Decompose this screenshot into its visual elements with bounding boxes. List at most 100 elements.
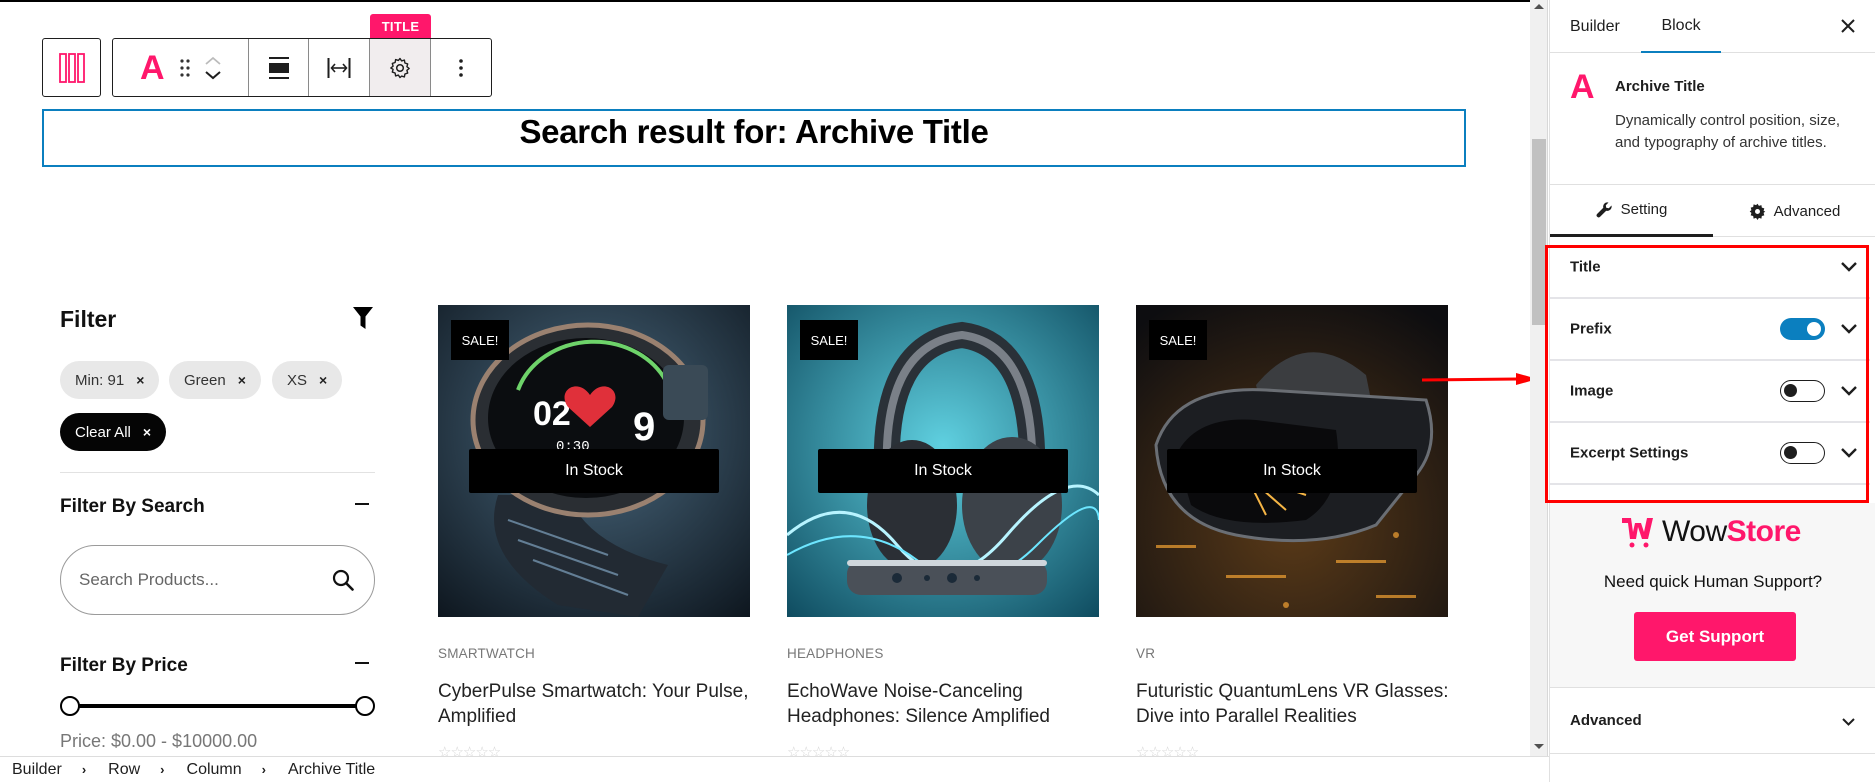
excerpt-toggle[interactable] (1780, 442, 1825, 464)
chevron-right-icon: › (261, 762, 266, 777)
product-category[interactable]: HEADPHONES (787, 646, 884, 661)
remove-chip-icon[interactable]: × (136, 372, 144, 388)
stretch-width-icon (327, 57, 351, 78)
filter-funnel-icon[interactable] (352, 306, 374, 330)
move-up-icon[interactable] (205, 56, 221, 65)
collapse-minus-icon[interactable] (355, 503, 369, 505)
headphones-image[interactable]: SALE! In Stock (787, 305, 1099, 617)
section-image[interactable]: Image (1550, 361, 1870, 423)
wowstore-wordmark: WowStore (1662, 515, 1801, 548)
smartwatch-image[interactable]: 02 9 0:30 SALE! In Stock (438, 305, 750, 617)
tab-block[interactable]: Block (1641, 0, 1721, 53)
active-filter-chip[interactable]: Green × (169, 361, 261, 399)
select-parent-block-button[interactable] (42, 38, 101, 97)
wrench-icon (1596, 202, 1612, 218)
section-prefix[interactable]: Prefix (1550, 299, 1870, 361)
section-label: Excerpt Settings (1570, 444, 1689, 462)
support-promo: WowStore Need quick Human Support? Get S… (1550, 503, 1875, 688)
columns-icon (58, 52, 85, 83)
search-icon[interactable] (332, 569, 354, 591)
block-card: A Archive Title Dynamically control posi… (1550, 54, 1875, 185)
gear-icon (1749, 203, 1765, 220)
tab-setting-label: Setting (1620, 201, 1668, 218)
tab-builder[interactable]: Builder (1570, 0, 1620, 53)
rating-stars: ☆☆☆☆☆ (1136, 743, 1199, 756)
more-options-button[interactable] (431, 39, 491, 96)
filter-by-price-heading: Filter By Price (60, 655, 188, 676)
block-toolbar: A (112, 38, 492, 97)
collapse-minus-icon[interactable] (355, 662, 369, 664)
move-down-icon[interactable] (204, 70, 221, 80)
close-icon[interactable] (1836, 14, 1860, 38)
drag-handle[interactable] (179, 58, 191, 78)
vr-glasses-image[interactable]: SALE! In Stock (1136, 305, 1448, 617)
chevron-right-icon: › (160, 762, 165, 777)
sale-badge: SALE! (800, 320, 858, 360)
product-category[interactable]: SMARTWATCH (438, 646, 535, 661)
align-full-icon (268, 56, 289, 79)
canvas-scrollbar[interactable] (1530, 0, 1548, 756)
product-title-link[interactable]: Futuristic QuantumLens VR Glasses: Dive … (1136, 679, 1466, 729)
settings-button[interactable] (370, 39, 432, 96)
product-search-input[interactable] (79, 570, 332, 590)
align-button[interactable] (249, 39, 310, 96)
remove-chip-icon[interactable]: × (238, 372, 246, 388)
product-title-link[interactable]: CyberPulse Smartwatch: Your Pulse, Ampli… (438, 679, 768, 729)
width-button[interactable] (309, 39, 371, 96)
gear-icon (390, 57, 411, 78)
chip-label: Green (184, 371, 226, 389)
archive-title-block[interactable]: Search result for: Archive Title (42, 109, 1466, 167)
chevron-down-icon (1841, 324, 1857, 334)
active-filter-chip[interactable]: XS × (272, 361, 343, 399)
price-slider-track[interactable] (70, 704, 365, 708)
remove-chip-icon[interactable]: × (319, 372, 327, 388)
block-type-button[interactable]: A (140, 51, 165, 85)
product-card[interactable]: SALE! In Stock VR Futuristic QuantumLens… (1136, 305, 1449, 756)
editor-canvas: TITLE A Search result for: Archive Title… (0, 0, 1530, 756)
tab-setting[interactable]: Setting (1550, 185, 1713, 237)
get-support-button[interactable]: Get Support (1634, 612, 1796, 661)
rating-stars: ☆☆☆☆☆ (438, 743, 501, 756)
section-label: Title (1570, 258, 1601, 276)
price-slider-min-handle[interactable] (60, 696, 80, 716)
image-toggle[interactable] (1780, 380, 1825, 402)
price-slider-max-handle[interactable] (355, 696, 375, 716)
clear-all-filters-button[interactable]: Clear All × (60, 413, 167, 451)
chevron-down-icon (1842, 718, 1855, 726)
filter-heading: Filter (60, 306, 117, 332)
drag-icon (179, 58, 190, 77)
clear-all-label: Clear All (75, 423, 131, 441)
breadcrumb-builder[interactable]: Builder (12, 761, 62, 779)
chevron-down-icon (1841, 386, 1857, 396)
section-label: Prefix (1570, 320, 1612, 338)
sale-badge: SALE! (1149, 320, 1207, 360)
breadcrumb-column[interactable]: Column (187, 761, 242, 779)
archive-title-heading: Search result for: Archive Title (519, 113, 989, 150)
stock-status-button[interactable]: In Stock (818, 449, 1068, 493)
scroll-down-arrow-icon[interactable] (1534, 744, 1544, 749)
stock-status-button[interactable]: In Stock (469, 449, 719, 493)
tab-advanced[interactable]: Advanced (1713, 185, 1875, 237)
prefix-toggle[interactable] (1780, 318, 1825, 340)
product-category[interactable]: VR (1136, 646, 1155, 661)
scroll-up-arrow-icon[interactable] (1534, 4, 1544, 9)
section-excerpt-settings[interactable]: Excerpt Settings (1550, 423, 1870, 485)
active-filter-chip[interactable]: Min: 91 × (60, 361, 160, 399)
breadcrumb-row[interactable]: Row (108, 761, 140, 779)
breadcrumb-archive-title[interactable]: Archive Title (288, 761, 375, 779)
product-card[interactable]: SALE! In Stock HEADPHONES EchoWave Noise… (787, 305, 1099, 756)
scrollbar-thumb[interactable] (1532, 139, 1546, 325)
chevron-down-icon (1841, 448, 1857, 458)
tab-advanced-label: Advanced (1773, 202, 1841, 220)
product-title-link[interactable]: EchoWave Noise-Canceling Headphones: Sil… (787, 679, 1117, 729)
section-advanced[interactable]: Advanced (1550, 688, 1875, 754)
product-card[interactable]: 02 9 0:30 SALE! In Stock SMARTWATCH Cybe… (438, 305, 750, 756)
stock-status-button[interactable]: In Stock (1167, 449, 1417, 493)
top-border (0, 0, 1530, 2)
archive-title-block-icon: A (140, 48, 165, 87)
support-text: Need quick Human Support? (1603, 572, 1823, 591)
section-title[interactable]: Title (1550, 237, 1870, 299)
block-label-tag: TITLE (370, 14, 431, 38)
product-search-field[interactable] (60, 545, 375, 615)
svg-text:9: 9 (633, 405, 655, 449)
